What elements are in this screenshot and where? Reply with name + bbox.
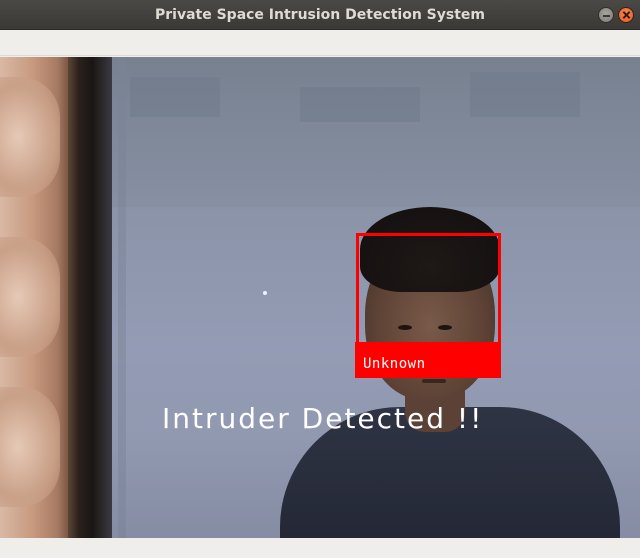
face-detection-box	[356, 233, 501, 345]
face-label-bar: Unknown	[355, 342, 501, 378]
ceiling-panel	[300, 87, 420, 122]
ceiling-panel	[130, 77, 220, 117]
app-window: Private Space Intrusion Detection System	[0, 0, 640, 558]
minimize-button[interactable]	[598, 7, 614, 23]
finger-knuckle	[0, 237, 60, 357]
phone-edge	[68, 57, 112, 538]
toolbar-area	[0, 30, 640, 56]
finger-knuckle	[0, 77, 60, 197]
finger-knuckle	[0, 387, 60, 507]
window-titlebar[interactable]: Private Space Intrusion Detection System	[0, 0, 640, 30]
face-label-text: Unknown	[363, 356, 426, 372]
ceiling-panel	[470, 72, 580, 117]
close-button[interactable]	[618, 7, 634, 23]
status-bar	[0, 538, 640, 558]
light-speck	[263, 291, 267, 295]
window-title: Private Space Intrusion Detection System	[154, 7, 486, 23]
intruder-alert-text: Intruder Detected !!	[162, 402, 484, 435]
camera-feed	[0, 57, 640, 538]
person-mouth	[422, 379, 446, 383]
finger-foreground	[0, 57, 72, 538]
